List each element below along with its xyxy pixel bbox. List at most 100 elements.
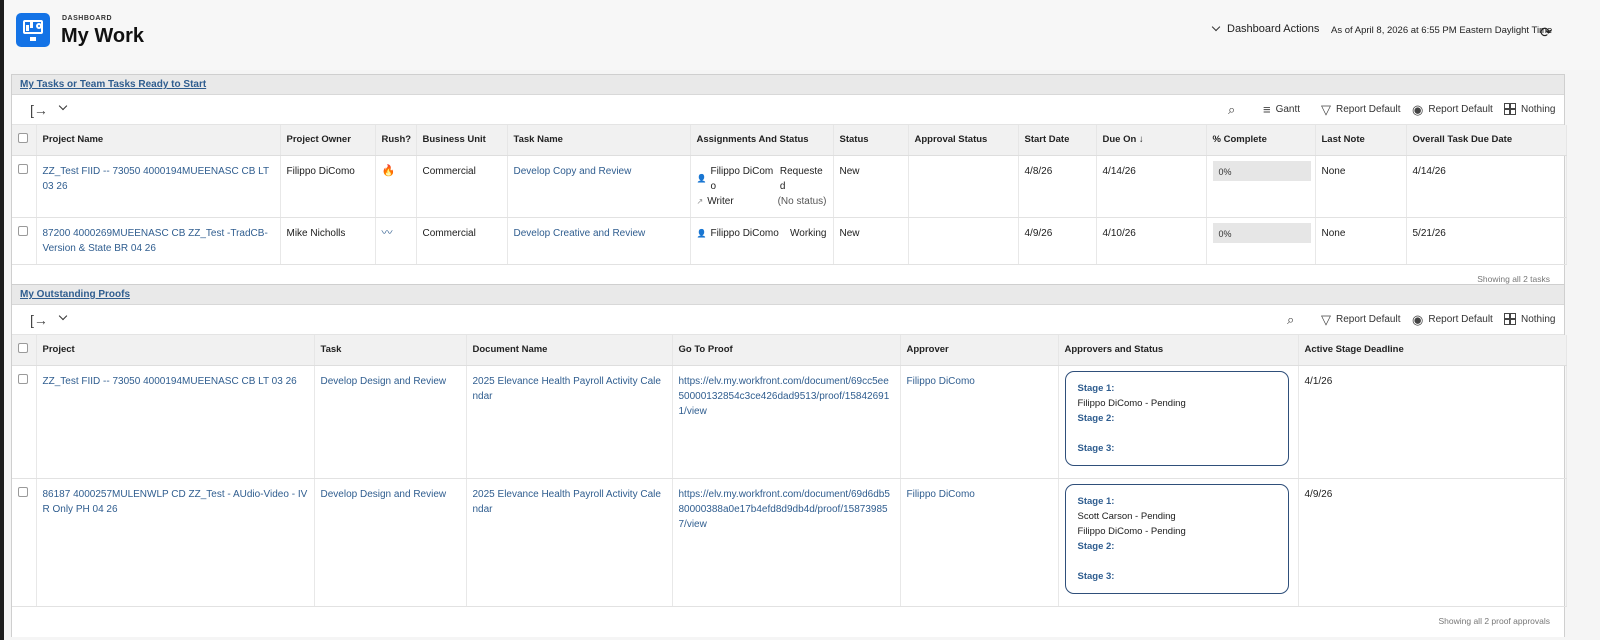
gantt-button[interactable]: ≡ Gantt [1263,103,1300,116]
assignment: 👤 Filippo DiComo Working [696,227,827,239]
chevron-down-icon [1211,22,1221,32]
row-checkbox[interactable] [12,217,37,265]
column-header[interactable]: Last Note [1315,125,1407,156]
stage-title: Stage 3: [1077,570,1115,582]
approver-link[interactable]: Filippo DiComo [900,365,1059,479]
filter-button[interactable]: ▽ Report Default [1321,103,1400,116]
column-header[interactable]: Approver [900,335,1059,366]
tasks-table-header: Project Name Project Owner Rush? Busines… [12,125,1567,156]
task-link[interactable]: Develop Design and Review [314,365,467,479]
export-chevron-down-icon[interactable] [58,311,68,321]
column-header[interactable]: Approval Status [908,125,1019,156]
tasks-panel-header: My Tasks or Team Tasks Ready to Start [12,75,1564,95]
tasks-panel-title[interactable]: My Tasks or Team Tasks Ready to Start [20,79,206,90]
refresh-icon[interactable]: ⟳ [1540,24,1552,41]
row-checkbox[interactable] [12,365,37,479]
export-icon[interactable]: [→ [30,102,48,118]
column-header[interactable]: Approvers and Status [1058,335,1299,366]
stage-title: Stage 2: [1077,540,1115,552]
person-icon: 👤 [696,174,707,183]
status: New [833,155,909,218]
group-button[interactable]: Nothing [1504,103,1555,115]
document-link[interactable]: 2025 Elevance Health Payroll Activity Ca… [466,478,673,607]
approvers-status-cell: Stage 1: Filippo DiComo - Pending Stage … [1058,365,1299,479]
column-header[interactable]: Due On ↓ [1096,125,1207,156]
export-chevron-down-icon[interactable] [58,101,68,111]
group-button[interactable]: Nothing [1504,313,1555,325]
assignments-cell: 👤 Filippo DiComo Requested ↗ Writer (No st… [690,155,834,218]
task-link[interactable]: Develop Design and Review [314,478,467,607]
row-checkbox[interactable] [12,155,37,218]
start-date: 4/9/26 [1018,217,1097,265]
grid-icon [1504,313,1516,325]
column-header[interactable]: Active Stage Deadline [1298,335,1567,366]
table-row: 87200 4000269MUEENASC CB ZZ_Test -TradCB… [12,217,1567,265]
business-unit: Commercial [416,217,508,265]
project-link[interactable]: 87200 4000269MUEENASC CB ZZ_Test -TradCB… [36,217,281,265]
task-link[interactable]: Develop Copy and Review [507,155,691,218]
assignment: ↗ Writer (No status) [696,195,827,207]
proofs-table-header: Project Task Document Name Go To Proof A… [12,335,1567,366]
row-checkbox[interactable] [12,478,37,607]
start-date: 4/8/26 [1018,155,1097,218]
eye-icon: ◉ [1412,102,1424,117]
due-date: 4/14/26 [1096,155,1207,218]
overall-due-date: 5/21/26 [1406,217,1567,265]
task-link[interactable]: Develop Creative and Review [507,217,691,265]
export-icon[interactable]: [→ [30,312,48,328]
window-edge [0,0,4,640]
select-all-checkbox[interactable] [12,125,37,156]
fire-icon: 🔥 [375,155,417,218]
project-owner: Mike Nicholls [280,217,376,265]
role-icon: ↗ [696,196,704,206]
column-header[interactable]: Start Date [1018,125,1097,156]
table-row: ZZ_Test FIID -- 73050 4000194MUEENASC CB… [12,365,1567,479]
filter-icon: ▽ [1321,312,1331,327]
column-header[interactable]: Project [36,335,315,366]
percent-complete: 0% [1206,217,1316,265]
select-all-checkbox[interactable] [12,335,37,366]
column-header[interactable]: Task [314,335,467,366]
column-header[interactable]: Project Owner [280,125,376,156]
active-stage-deadline: 4/9/26 [1298,478,1567,607]
project-link[interactable]: 86187 4000257MULENWLP CD ZZ_Test - AUdio… [36,478,315,607]
view-button[interactable]: ◉ Report Default [1412,313,1493,326]
stage-title: Stage 1: [1077,495,1115,507]
column-header[interactable]: Overall Task Due Date [1406,125,1567,156]
eye-icon: ◉ [1412,312,1424,327]
active-stage-deadline: 4/1/26 [1298,365,1567,479]
column-header[interactable]: Assignments And Status [690,125,834,156]
dashboard-actions-button[interactable]: Dashboard Actions [1211,22,1319,35]
search-icon[interactable]: ⌕ [1287,313,1294,326]
assignment: 👤 Filippo DiComo Requested [696,165,823,192]
proofs-panel: My Outstanding Proofs [→ ⌕ ▽ Report Defau… [11,284,1567,637]
proof-url-link[interactable]: https://elv.my.workfront.com/document/69… [672,478,901,607]
proof-url-link[interactable]: https://elv.my.workfront.com/document/69… [672,365,901,479]
proofs-panel-title[interactable]: My Outstanding Proofs [20,289,130,300]
column-header[interactable]: Project Name [36,125,281,156]
project-link[interactable]: ZZ_Test FIID -- 73050 4000194MUEENASC CB… [36,365,315,479]
gantt-icon: ≡ [1263,102,1271,117]
column-header[interactable]: Business Unit [416,125,508,156]
tasks-table: Project Name Project Owner Rush? Busines… [12,125,1567,265]
column-header[interactable]: Status [833,125,909,156]
view-button[interactable]: ◉ Report Default [1412,103,1493,116]
table-row: 86187 4000257MULENWLP CD ZZ_Test - AUdio… [12,478,1567,607]
approval-status [908,217,1019,265]
search-icon[interactable]: ⌕ [1228,103,1235,116]
last-note: None [1315,155,1407,218]
column-header[interactable]: % Complete [1206,125,1316,156]
column-header[interactable]: Go To Proof [672,335,901,366]
business-unit: Commercial [416,155,508,218]
filter-button[interactable]: ▽ Report Default [1321,313,1400,326]
column-header[interactable]: Document Name [466,335,673,366]
column-header[interactable]: Rush? [375,125,417,156]
wave-icon: 〰 [375,217,417,265]
document-link[interactable]: 2025 Elevance Health Payroll Activity Ca… [466,365,673,479]
due-date: 4/10/26 [1096,217,1207,265]
stage-approver: Filippo DiComo - Pending [1077,525,1186,537]
column-header[interactable]: Task Name [507,125,691,156]
project-link[interactable]: ZZ_Test FIID -- 73050 4000194MUEENASC CB… [36,155,281,218]
status: New [833,217,909,265]
approver-link[interactable]: Filippo DiComo [900,478,1059,607]
